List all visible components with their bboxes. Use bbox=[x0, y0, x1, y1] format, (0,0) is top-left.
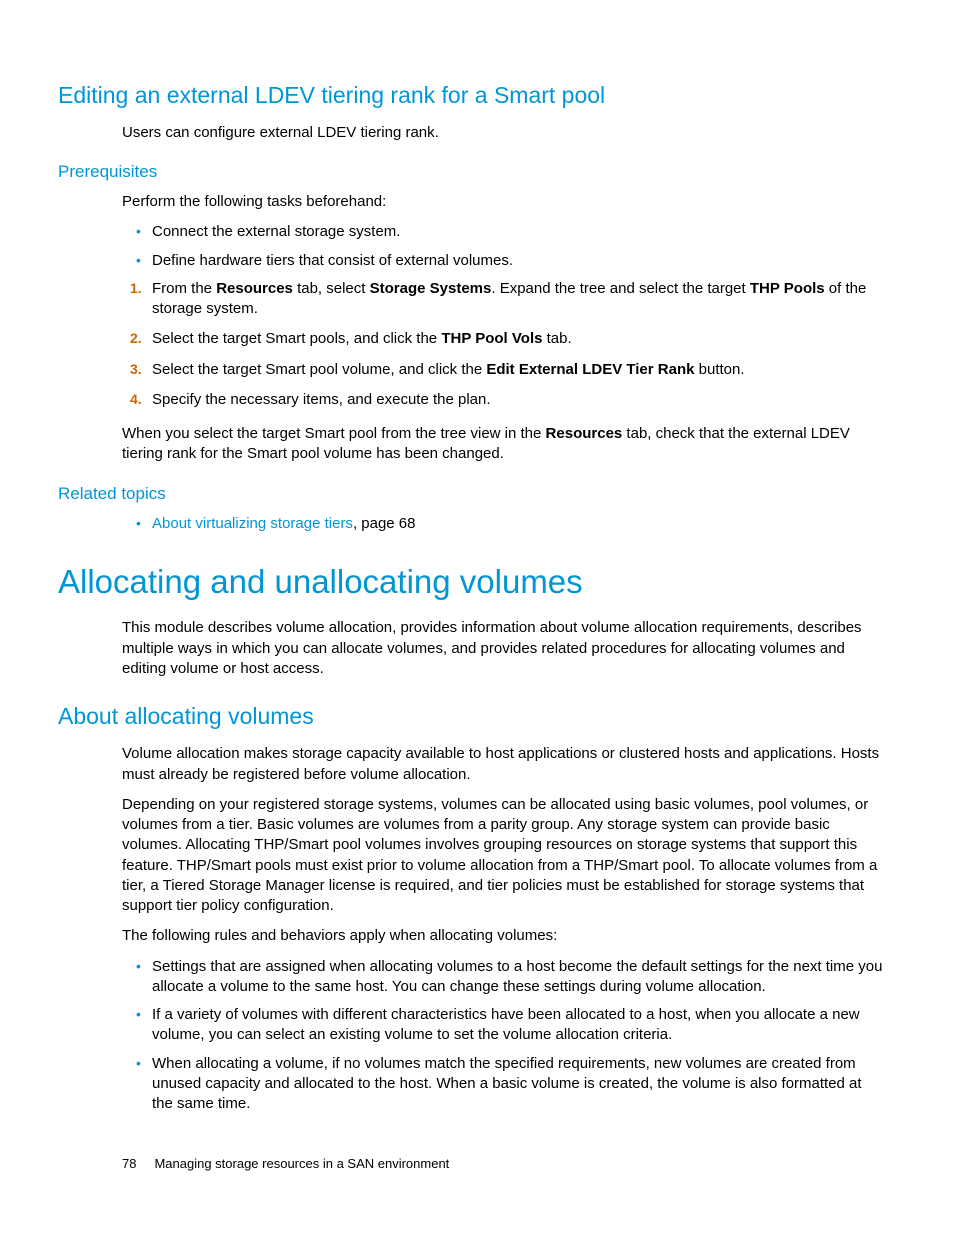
related-link[interactable]: About virtualizing storage tiers bbox=[152, 515, 353, 532]
page-footer: 78 Managing storage resources in a SAN en… bbox=[122, 1155, 449, 1173]
page-number: 78 bbox=[122, 1156, 136, 1171]
after-steps-note: When you select the target Smart pool fr… bbox=[122, 424, 884, 465]
list-item: If a variety of volumes with different c… bbox=[122, 1005, 884, 1046]
step-item: Specify the necessary items, and execute… bbox=[122, 390, 884, 410]
list-item: When allocating a volume, if no volumes … bbox=[122, 1054, 884, 1115]
step-item: Select the target Smart pools, and click… bbox=[122, 329, 884, 349]
about-paragraph: Depending on your registered storage sys… bbox=[122, 795, 884, 917]
heading-related-topics: Related topics bbox=[58, 483, 884, 506]
alloc-intro: This module describes volume allocation,… bbox=[122, 618, 884, 679]
intro-paragraph: Users can configure external LDEV tierin… bbox=[122, 123, 884, 143]
list-item: Connect the external storage system. bbox=[122, 222, 884, 242]
prereq-intro: Perform the following tasks beforehand: bbox=[122, 192, 884, 212]
step-item: Select the target Smart pool volume, and… bbox=[122, 360, 884, 380]
footer-title: Managing storage resources in a SAN envi… bbox=[154, 1156, 449, 1171]
heading-editing-external-ldev: Editing an external LDEV tiering rank fo… bbox=[58, 80, 884, 111]
list-item: Settings that are assigned when allocati… bbox=[122, 957, 884, 998]
heading-allocating-unallocating: Allocating and unallocating volumes bbox=[58, 560, 884, 605]
list-item: Define hardware tiers that consist of ex… bbox=[122, 251, 884, 271]
heading-prerequisites: Prerequisites bbox=[58, 161, 884, 184]
about-paragraph: Volume allocation makes storage capacity… bbox=[122, 744, 884, 785]
about-paragraph: The following rules and behaviors apply … bbox=[122, 926, 884, 946]
list-item: About virtualizing storage tiers, page 6… bbox=[122, 514, 884, 534]
heading-about-allocating: About allocating volumes bbox=[58, 701, 884, 732]
step-item: From the Resources tab, select Storage S… bbox=[122, 279, 884, 320]
